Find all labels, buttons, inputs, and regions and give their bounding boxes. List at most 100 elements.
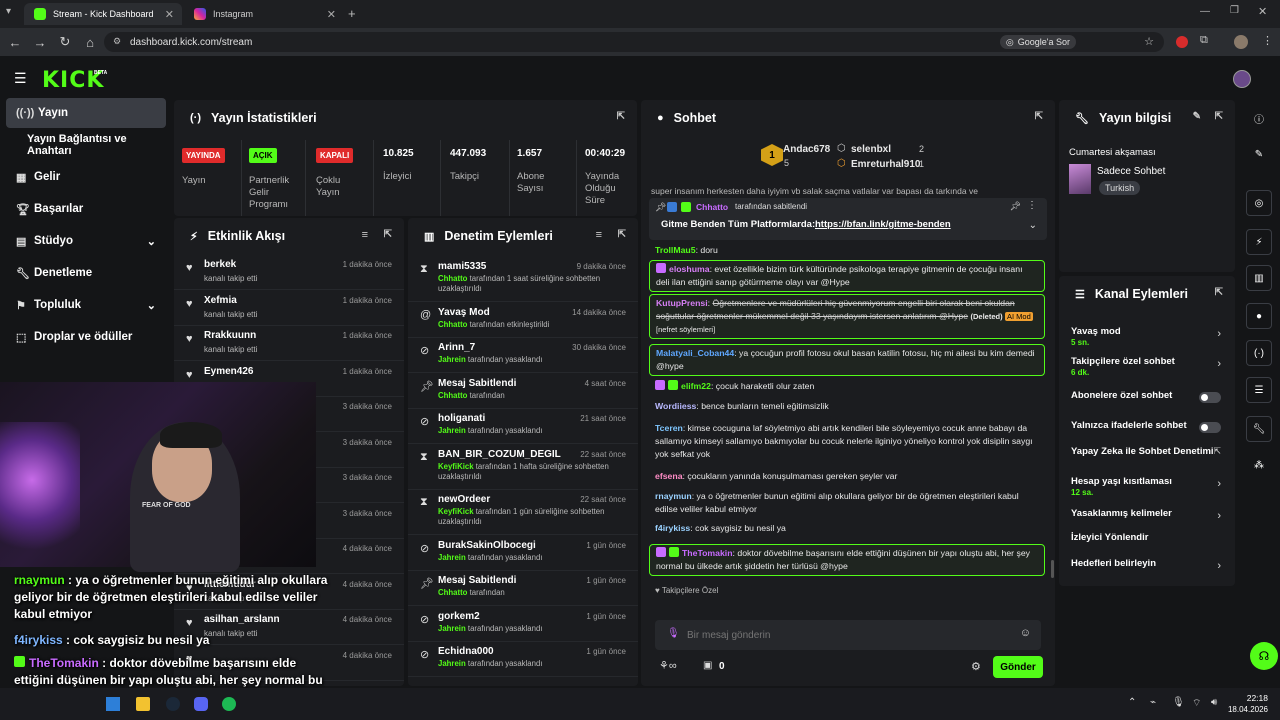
- chat-username[interactable]: f4irykiss: [655, 523, 690, 533]
- extension-icon[interactable]: [1176, 36, 1188, 48]
- moderation-target[interactable]: Echidna000: [438, 646, 494, 657]
- chat-bubble-icon[interactable]: ●: [1246, 303, 1272, 329]
- discord-icon[interactable]: [194, 697, 208, 711]
- chevron-right-icon[interactable]: ›: [1217, 358, 1221, 370]
- chat-message[interactable]: TheTomakin: doktor dövebilme başarısını …: [649, 544, 1045, 576]
- maximize-icon[interactable]: ❐: [1230, 5, 1239, 16]
- moderation-target[interactable]: Yavaş Mod: [438, 307, 490, 318]
- taskbar-folder-icon[interactable]: [136, 697, 150, 711]
- minimize-icon[interactable]: —: [1200, 6, 1210, 17]
- moderation-row[interactable]: ⧗ newOrdeer KeyfiKick tarafından 1 gün sür…: [408, 489, 638, 535]
- activity-username[interactable]: Rrakkuunn: [204, 330, 256, 341]
- chat-text-input[interactable]: [687, 627, 1007, 643]
- moderation-row[interactable]: ⊘ holiganati Jahrein tarafından yasaklandı…: [408, 408, 638, 444]
- moderator-name[interactable]: Jahrein: [438, 426, 466, 435]
- popout-icon[interactable]: ⇱: [618, 229, 626, 240]
- activity-username[interactable]: berkek: [204, 259, 236, 270]
- mic-icon[interactable]: 🎙︎: [667, 628, 680, 639]
- unpin-icon[interactable]: 📌︎: [1010, 201, 1021, 212]
- sidebar-item-denetleme[interactable]: 🔧︎ Denetleme: [6, 258, 166, 288]
- leader-name[interactable]: Emreturhal910: [851, 159, 920, 170]
- tray-chevron-icon[interactable]: ⌃: [1128, 697, 1136, 708]
- chat-message[interactable]: TrollMau5: doru: [649, 242, 1045, 259]
- moderation-row[interactable]: 📌︎ Mesaj Sabitlendi Chhatto tarafından 1 gü…: [408, 570, 638, 606]
- moderator-name[interactable]: Chhatto: [438, 274, 467, 283]
- moderation-target[interactable]: mami5335: [438, 261, 486, 272]
- channel-action-row[interactable]: Yalnızca ifadelerle sohbet: [1059, 420, 1235, 446]
- kicks-icon[interactable]: ⚘∞: [659, 659, 677, 672]
- chat-message[interactable]: KutupPrensi: Öğretmenlere ve müdürlüleri…: [649, 294, 1045, 339]
- mic-tray-icon[interactable]: 🎙︎: [1172, 697, 1185, 708]
- chat-settings-icon[interactable]: ⚙: [971, 660, 981, 673]
- forward-icon[interactable]: →: [29, 35, 51, 50]
- toggle-switch[interactable]: [1199, 422, 1221, 433]
- chat-input[interactable]: 🎙︎ ☺: [655, 620, 1041, 650]
- moderation-row[interactable]: ⧗ mami5335 Chhatto tarafından 1 saat sürel…: [408, 256, 638, 302]
- sidebar-item-topluluk[interactable]: ⚑ Topluluk ⌄: [6, 290, 166, 320]
- emoji-picker-icon[interactable]: ☺: [1020, 627, 1031, 639]
- tab-kick-dashboard[interactable]: Stream - Kick Dashboard ✕: [24, 3, 182, 25]
- moderator-name[interactable]: Jahrein: [438, 624, 466, 633]
- moderator-name[interactable]: Chhatto: [438, 588, 467, 597]
- popout-icon[interactable]: ⇱: [1035, 111, 1043, 122]
- reload-icon[interactable]: ↻: [54, 34, 76, 50]
- moderation-target[interactable]: BurakSakinOlbocegi: [438, 540, 536, 551]
- lightning-icon[interactable]: ⚡︎: [1246, 229, 1272, 255]
- chat-scrollbar[interactable]: [1051, 560, 1054, 578]
- wrench-icon[interactable]: 🔧︎: [1246, 416, 1272, 442]
- home-icon[interactable]: ⌂: [79, 35, 101, 50]
- popout-icon[interactable]: ⇱: [1215, 111, 1223, 122]
- close-tab-icon[interactable]: ✕: [327, 8, 336, 21]
- tab-search-icon[interactable]: ▾: [6, 6, 11, 17]
- sidebar-item-stream-key[interactable]: Yayın Bağlantısı ve Anahtarı: [6, 130, 166, 160]
- moderation-row[interactable]: ⧗ BAN_BIR_COZUM_DEGIL KeyfiKick tarafından…: [408, 444, 638, 490]
- moderator-name[interactable]: KeyfiKick: [438, 462, 474, 471]
- broadcast-icon[interactable]: (·): [1246, 340, 1272, 366]
- moderation-target[interactable]: BAN_BIR_COZUM_DEGIL: [438, 449, 561, 460]
- sidebar-item-yayin[interactable]: ((·)) Yayın: [6, 98, 166, 128]
- pinned-message[interactable]: 📌︎ Chhatto tarafından sabitlendi Gitme B…: [649, 198, 1047, 240]
- popout-icon[interactable]: ⇱: [384, 229, 392, 240]
- network-icon[interactable]: ⌁: [1150, 697, 1156, 708]
- sidebar-item-gelir[interactable]: ▦ Gelir: [6, 162, 166, 192]
- channel-action-row[interactable]: Hedefleri belirleyin ›: [1059, 558, 1235, 584]
- back-icon[interactable]: ←: [4, 35, 26, 50]
- site-info-icon[interactable]: ⚙: [113, 36, 121, 47]
- chat-username[interactable]: eloshuma: [669, 264, 710, 274]
- category-name[interactable]: Sadece Sohbet: [1097, 166, 1165, 177]
- moderation-row[interactable]: 📌︎ Mesaj Sabitlendi Chhatto tarafından 4 sa…: [408, 373, 638, 409]
- new-tab-icon[interactable]: +: [348, 6, 356, 21]
- user-avatar[interactable]: [1233, 70, 1251, 88]
- chat-message[interactable]: Tceren: kimse cocuguna laf söyletmiyo ab…: [649, 420, 1045, 463]
- chevron-right-icon[interactable]: ›: [1217, 328, 1221, 340]
- channel-action-row[interactable]: Takipçilere özel sohbet 6 dk. ›: [1059, 356, 1235, 382]
- spotify-icon[interactable]: [222, 697, 236, 711]
- chat-message[interactable]: Malatyali_Coban44: ya çocuğun profil fot…: [649, 344, 1045, 376]
- info-icon[interactable]: ⓘ: [1246, 105, 1272, 131]
- chat-username[interactable]: TrollMau5: [655, 245, 696, 255]
- moderator-name[interactable]: Chhatto: [438, 320, 467, 329]
- popout-icon[interactable]: ⇱: [1215, 287, 1223, 298]
- edit-pencil-icon[interactable]: ✎: [1246, 141, 1272, 167]
- sidebar-item-droplar[interactable]: ⬚ Droplar ve ödüller: [6, 322, 166, 352]
- chat-message[interactable]: f4irykiss: cok saygisiz bu nesil ya: [649, 520, 1045, 537]
- edit-pencil-icon[interactable]: ✎: [1193, 111, 1201, 122]
- moderation-target[interactable]: holiganati: [438, 413, 485, 424]
- bookmark-star-icon[interactable]: ☆: [1144, 35, 1154, 48]
- sidebar-item-studyo[interactable]: ▤ Stüdyo ⌄: [6, 226, 166, 256]
- activity-row[interactable]: ♥ Rrakkuunn kanalı takip etti 1 dakika önce: [174, 325, 404, 361]
- chat-message[interactable]: efsena: çocukların yanında konuşulmaması…: [649, 468, 1045, 485]
- more-options-icon[interactable]: ⋮: [1027, 200, 1037, 211]
- browser-menu-icon[interactable]: ⋮: [1262, 34, 1273, 47]
- chevron-right-icon[interactable]: ›: [1217, 560, 1221, 572]
- more-dots-icon[interactable]: ⁂: [1246, 452, 1272, 478]
- toggle-switch[interactable]: [1199, 392, 1221, 403]
- chat-username[interactable]: Tceren: [655, 423, 683, 433]
- chevron-right-icon[interactable]: ›: [1217, 478, 1221, 490]
- chat-username[interactable]: KutupPrensi: [656, 298, 708, 308]
- send-button[interactable]: Gönder: [993, 656, 1043, 678]
- taskbar-app-icon[interactable]: [106, 697, 120, 711]
- moderation-target[interactable]: newOrdeer: [438, 494, 490, 505]
- moderation-row[interactable]: ⊘ gorkem2 Jahrein tarafından yasaklandı 1 g…: [408, 606, 638, 642]
- hamburger-menu-icon[interactable]: ☰: [14, 70, 27, 87]
